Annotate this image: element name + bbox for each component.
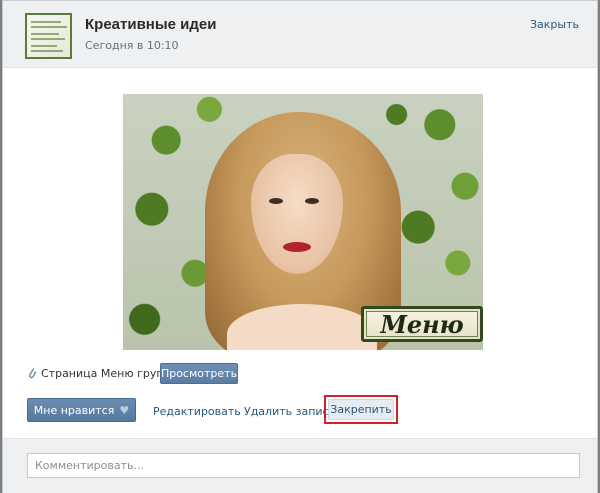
attached-page-label[interactable]: Страница Меню группы xyxy=(41,367,179,380)
post-header: Креативные идеи Сегодня в 10:10 Закрыть xyxy=(3,1,597,68)
menu-badge: Меню xyxy=(361,306,483,342)
photo-lips xyxy=(283,242,311,252)
view-button[interactable]: Просмотреть xyxy=(160,363,238,384)
like-label: Мне нравится xyxy=(33,403,115,417)
photo-eye-right xyxy=(305,198,319,204)
like-button[interactable]: Мне нравится ♥ xyxy=(27,398,136,422)
group-name[interactable]: Креативные идеи xyxy=(85,16,216,33)
photo-eye-left xyxy=(269,198,283,204)
pin-button[interactable]: Закрепить xyxy=(328,399,394,420)
paperclip-icon xyxy=(28,367,37,378)
comment-input[interactable] xyxy=(27,453,580,478)
post-time[interactable]: Сегодня в 10:10 xyxy=(85,39,179,52)
post-image[interactable]: Меню xyxy=(123,94,483,350)
post-card: Креативные идеи Сегодня в 10:10 Закрыть … xyxy=(2,0,598,493)
delete-post-link[interactable]: Удалить запись xyxy=(244,405,335,418)
edit-link[interactable]: Редактировать xyxy=(153,405,241,418)
heart-icon: ♥ xyxy=(119,403,130,417)
attached-page: Страница Меню группы xyxy=(27,363,179,383)
close-link[interactable]: Закрыть xyxy=(530,18,579,31)
comment-area xyxy=(3,438,597,493)
group-avatar[interactable] xyxy=(25,13,72,59)
